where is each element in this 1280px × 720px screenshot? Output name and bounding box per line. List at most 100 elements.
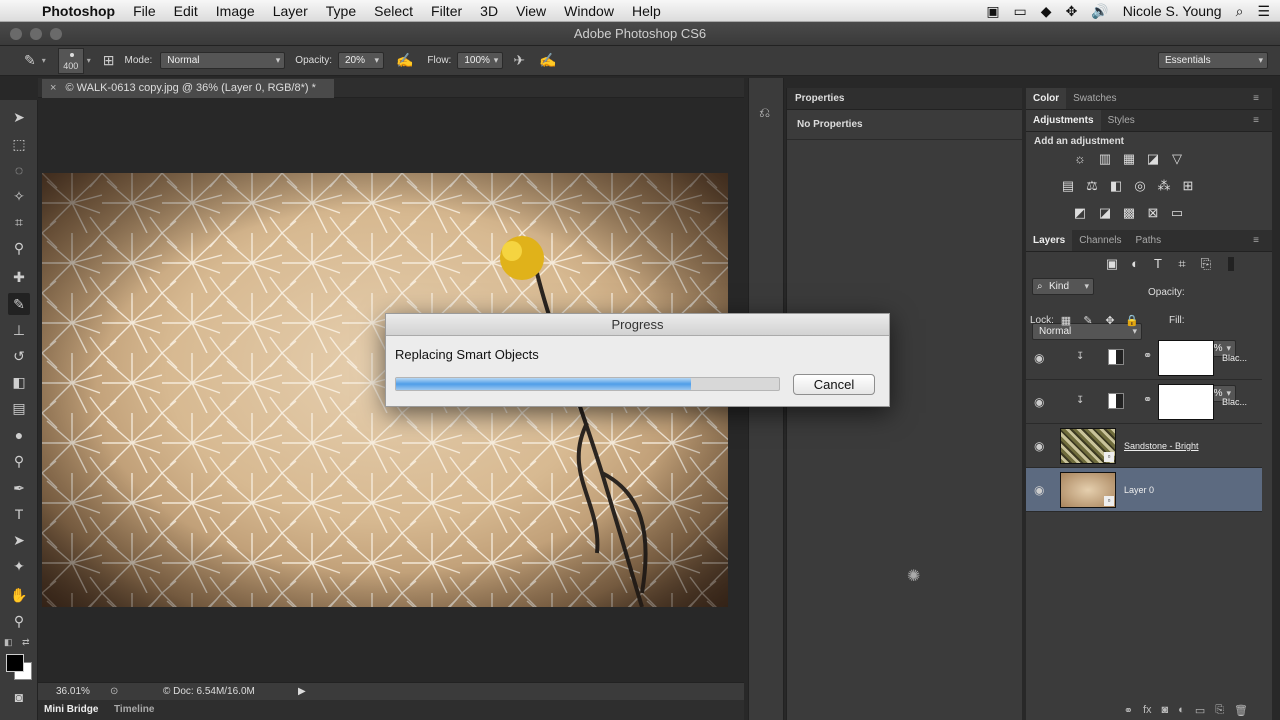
posterize-icon[interactable]: ◪ — [1097, 205, 1113, 221]
history-brush-tool-icon[interactable]: ↺ — [8, 345, 30, 367]
tab-adjustments[interactable]: Adjustments — [1026, 110, 1101, 131]
eyedropper-tool-icon[interactable]: ⚲ — [8, 237, 30, 259]
tab-channels[interactable]: Channels — [1072, 230, 1128, 251]
clone-stamp-tool-icon[interactable]: ⊥ — [8, 319, 30, 341]
tab-paths[interactable]: Paths — [1129, 230, 1169, 251]
new-layer-icon[interactable]: ⎘ — [1215, 704, 1224, 717]
status-arrow-icon[interactable]: ▶ — [298, 686, 306, 697]
threshold-icon[interactable]: ▩ — [1121, 205, 1137, 221]
panel-menu-icon[interactable]: ≡ — [1246, 110, 1266, 132]
brush-picker[interactable]: 400 — [57, 47, 84, 74]
close-tab-icon[interactable]: × — [50, 82, 56, 94]
layer-row[interactable]: ◉ ↧ ⚭ Blac... — [1026, 336, 1262, 380]
cancel-button[interactable]: Cancel — [793, 374, 875, 395]
zoom-tool-icon[interactable]: ⚲ — [8, 610, 30, 632]
lock-all-icon[interactable]: 🔒 — [1124, 313, 1140, 329]
tab-color[interactable]: Color — [1026, 88, 1067, 109]
layer-row[interactable]: ◉ ▫ Sandstone - Bright — [1026, 424, 1262, 468]
type-tool-icon[interactable]: T — [8, 503, 30, 525]
layer-filter-select[interactable]: ⌕ Kind — [1032, 278, 1094, 295]
tab-layers[interactable]: Layers — [1026, 230, 1073, 251]
quick-select-tool-icon[interactable]: ✧ — [8, 185, 30, 207]
layer-name[interactable]: Blac... — [1222, 397, 1247, 407]
panel-menu-icon[interactable]: ≡ — [1246, 88, 1266, 110]
link-icon[interactable]: ⚭ — [1143, 349, 1152, 362]
zoom-level[interactable]: 36.01% — [56, 686, 90, 697]
marquee-tool-icon[interactable]: ⬚ — [8, 133, 30, 155]
add-mask-icon[interactable]: ◙ — [1162, 704, 1169, 716]
menu-select[interactable]: Select — [374, 3, 413, 19]
black-white-icon[interactable]: ◧ — [1108, 178, 1124, 194]
foreground-color-swatch[interactable] — [6, 654, 24, 672]
channel-mixer-icon[interactable]: ⁂ — [1156, 178, 1172, 194]
path-selection-tool-icon[interactable]: ➤ — [8, 529, 30, 551]
layer-mask-thumbnail[interactable] — [1158, 340, 1214, 376]
selective-color-icon[interactable]: ⊠ — [1145, 205, 1161, 221]
lock-position-icon[interactable]: ✥ — [1102, 313, 1118, 329]
status-menu-icon[interactable]: ⊙ — [110, 686, 118, 697]
menu-edit[interactable]: Edit — [174, 3, 198, 19]
layer-name[interactable]: Blac... — [1222, 353, 1247, 363]
pressure-size-icon[interactable]: ✍ — [539, 52, 556, 69]
layer-mask-thumbnail[interactable] — [1158, 384, 1214, 420]
pressure-opacity-icon[interactable]: ✍ — [396, 52, 413, 69]
volume-icon[interactable]: 🔊 — [1091, 3, 1108, 20]
hue-saturation-icon[interactable]: ▤ — [1060, 178, 1076, 194]
eraser-tool-icon[interactable]: ◧ — [8, 371, 30, 393]
filter-smart-object-icon[interactable]: ⎘ — [1198, 256, 1214, 272]
gradient-map-icon[interactable]: ▭ — [1169, 205, 1185, 221]
camera-icon[interactable]: ▣ — [986, 3, 999, 20]
menu-image[interactable]: Image — [216, 3, 255, 19]
spotlight-search-icon[interactable]: ⌕ — [1236, 3, 1244, 20]
curves-icon[interactable]: ▦ — [1121, 151, 1137, 167]
vibrance-icon[interactable]: ▽ — [1169, 151, 1185, 167]
new-adjustment-icon[interactable]: ◐ — [1178, 704, 1185, 716]
link-icon[interactable]: ⚭ — [1143, 393, 1152, 406]
brush-picker-arrow-icon[interactable]: ▾ — [87, 56, 91, 65]
color-lookup-icon[interactable]: ⊞ — [1180, 178, 1196, 194]
move-tool-icon[interactable]: ➤ — [8, 106, 30, 128]
lock-transparency-icon[interactable]: ▦ — [1058, 313, 1074, 329]
brightness-icon[interactable]: ☼ — [1072, 151, 1088, 167]
airbrush-icon[interactable]: ✈ — [513, 52, 525, 69]
tool-preset-arrow-icon[interactable]: ▾ — [42, 56, 46, 65]
lasso-tool-icon[interactable]: ◌ — [8, 159, 30, 181]
dropbox-icon[interactable]: ◆ — [1041, 3, 1052, 20]
user-name[interactable]: Nicole S. Young — [1123, 3, 1222, 19]
color-balance-icon[interactable]: ⚖ — [1084, 178, 1100, 194]
layer-name[interactable]: Sandstone - Bright — [1124, 441, 1199, 451]
filter-toggle[interactable] — [1228, 257, 1234, 271]
photo-filter-icon[interactable]: ◎ — [1132, 178, 1148, 194]
default-colors-icon[interactable]: ◧ — [4, 637, 13, 648]
dodge-tool-icon[interactable]: ⚲ — [8, 450, 30, 472]
invert-icon[interactable]: ◩ — [1072, 205, 1088, 221]
filter-pixel-icon[interactable]: ▣ — [1104, 256, 1120, 272]
healing-brush-tool-icon[interactable]: ✚ — [8, 266, 30, 288]
menu-app-name[interactable]: Photoshop — [42, 3, 115, 19]
visibility-eye-icon[interactable]: ◉ — [1034, 483, 1050, 497]
crop-tool-icon[interactable]: ⌗ — [8, 211, 30, 233]
link-layers-icon[interactable]: ⚭ — [1124, 704, 1133, 717]
hand-tool-icon[interactable]: ✋ — [8, 584, 30, 606]
menu-layer[interactable]: Layer — [273, 3, 308, 19]
brush-tool-icon[interactable]: ✎ — [8, 293, 30, 315]
workspace-select[interactable]: Essentials — [1158, 52, 1268, 69]
levels-icon[interactable]: ▥ — [1097, 151, 1113, 167]
layer-row[interactable]: ◉ ↧ ⚭ Blac... — [1026, 380, 1262, 424]
mode-select[interactable]: Normal — [160, 52, 286, 69]
flow-input[interactable]: 100% — [457, 52, 504, 69]
zoom-window-button[interactable] — [50, 28, 62, 40]
menu-3d[interactable]: 3D — [480, 3, 498, 19]
delete-layer-icon[interactable]: 🗑 — [1234, 704, 1248, 717]
menu-help[interactable]: Help — [632, 3, 661, 19]
visibility-eye-icon[interactable]: ◉ — [1034, 439, 1050, 453]
quick-mask-icon[interactable]: ◙ — [8, 686, 30, 708]
list-menu-icon[interactable]: ☰ — [1257, 3, 1270, 20]
opacity-input[interactable]: 20% — [337, 52, 384, 69]
properties-title[interactable]: Properties — [795, 93, 844, 104]
lock-pixels-icon[interactable]: ✎ — [1080, 313, 1096, 329]
shape-tool-icon[interactable]: ✦ — [8, 555, 30, 577]
minimize-window-button[interactable] — [30, 28, 42, 40]
filter-type-icon[interactable]: T — [1150, 256, 1166, 272]
tab-mini-bridge[interactable]: Mini Bridge — [44, 704, 98, 715]
